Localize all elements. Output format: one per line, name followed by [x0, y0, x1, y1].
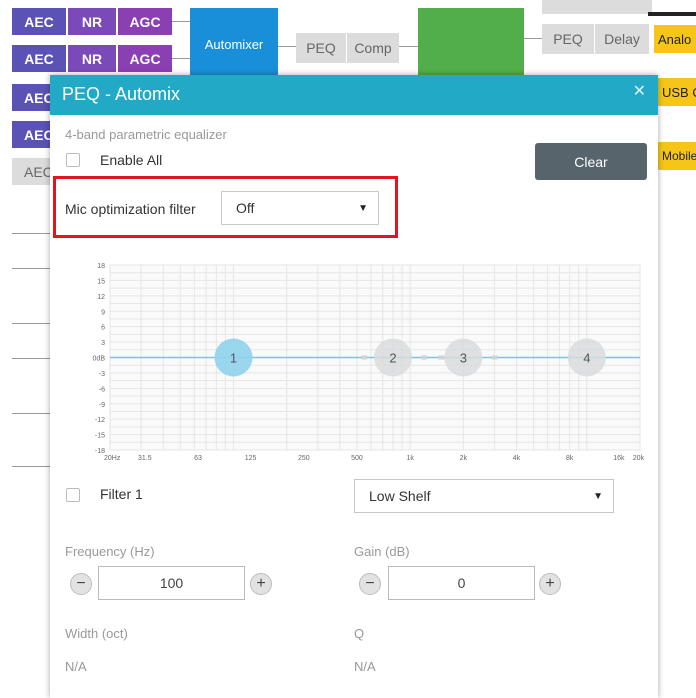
width-value: N/A — [65, 659, 87, 674]
frequency-decrement-button[interactable]: − — [70, 573, 92, 595]
eq-y-tick-label: 6 — [101, 325, 105, 332]
output-usb[interactable]: USB O — [658, 78, 696, 106]
dialog-subtitle: 4-band parametric equalizer — [65, 127, 227, 142]
dialog-title: PEQ - Automix — [62, 84, 181, 104]
wire — [399, 46, 418, 47]
nr-block-2[interactable]: NR — [68, 45, 116, 72]
eq-y-tick-label: 3 — [101, 340, 105, 347]
q-value: N/A — [354, 659, 376, 674]
eq-band-label: 4 — [583, 351, 590, 366]
top-strip-block[interactable] — [542, 0, 652, 14]
q-label: Q — [354, 626, 365, 641]
eq-x-tick-label: 125 — [245, 455, 257, 462]
eq-marker — [438, 355, 445, 360]
comp-block[interactable]: Comp — [347, 33, 399, 63]
enable-all-checkbox[interactable] — [66, 153, 80, 167]
eq-y-tick-label: -3 — [99, 371, 105, 378]
eq-x-tick-label: 31.5 — [138, 455, 152, 462]
chevron-down-icon: ▼ — [358, 202, 368, 214]
agc-block-1[interactable]: AGC — [118, 8, 172, 35]
clear-button[interactable]: Clear — [535, 143, 647, 180]
frequency-increment-button[interactable]: + — [250, 573, 272, 595]
filter-label: Filter 1 — [100, 486, 143, 502]
eq-band-label: 2 — [389, 351, 396, 366]
aec-block-1[interactable]: AEC — [12, 8, 66, 35]
mic-filter-label: Mic optimization filter — [65, 201, 196, 217]
eq-x-tick-label: 20k — [633, 455, 644, 462]
eq-y-tick-label: 18 — [97, 263, 105, 270]
eq-x-tick-label: 20Hz — [104, 455, 121, 462]
gain-label: Gain (dB) — [354, 544, 410, 559]
green-block[interactable] — [418, 8, 524, 78]
mic-filter-value: Off — [236, 200, 255, 216]
eq-y-tick-label: -9 — [99, 402, 105, 409]
peq-block-mid[interactable]: PEQ — [296, 33, 346, 63]
eq-marker — [361, 355, 368, 360]
peq-dialog: PEQ - Automix ✕ 4-band parametric equali… — [50, 75, 658, 698]
filter-type-select[interactable]: Low Shelf ▼ — [354, 479, 614, 513]
eq-y-tick-label: 9 — [101, 309, 105, 316]
enable-all-label: Enable All — [100, 152, 163, 168]
filter-enable-checkbox[interactable] — [66, 488, 80, 502]
eq-y-tick-label: 12 — [97, 294, 105, 301]
delay-block[interactable]: Delay — [595, 24, 649, 54]
width-label: Width (oct) — [65, 626, 128, 641]
eq-y-tick-label: -15 — [95, 433, 105, 440]
wire — [172, 58, 190, 59]
frequency-input[interactable]: 100 — [98, 566, 245, 600]
output-strip — [648, 0, 696, 16]
chevron-down-icon: ▼ — [593, 490, 603, 502]
peq-block-right[interactable]: PEQ — [542, 24, 594, 54]
eq-y-tick-label: 0dB — [93, 356, 106, 363]
eq-graph[interactable]: 1815129630dB-3-6-9-12-15-18 20Hz 31.5 63 12… — [80, 257, 644, 465]
eq-marker — [491, 355, 498, 360]
agc-block-2[interactable]: AGC — [118, 45, 172, 72]
gain-increment-button[interactable]: + — [539, 573, 561, 595]
eq-x-tick-label: 4k — [513, 455, 521, 462]
output-mobile[interactable]: Mobile — [658, 142, 696, 170]
close-icon[interactable]: ✕ — [633, 81, 646, 101]
wire — [12, 358, 52, 359]
filter-type-value: Low Shelf — [369, 488, 431, 504]
eq-y-tick-label: 15 — [97, 278, 105, 285]
eq-y-tick-label: -18 — [95, 448, 105, 455]
wire — [12, 233, 52, 234]
automixer-block[interactable]: Automixer — [190, 8, 278, 80]
eq-x-tick-label: 63 — [194, 455, 202, 462]
eq-band-label: 3 — [460, 351, 467, 366]
mic-filter-select[interactable]: Off ▼ — [221, 191, 379, 225]
wire — [12, 466, 52, 467]
gain-decrement-button[interactable]: − — [359, 573, 381, 595]
wire — [12, 413, 52, 414]
eq-band-label: 1 — [230, 351, 237, 366]
wire — [12, 323, 52, 324]
wire — [172, 21, 190, 22]
eq-y-tick-label: -6 — [99, 386, 105, 393]
output-analog[interactable]: Analo — [654, 25, 696, 53]
nr-block-1[interactable]: NR — [68, 8, 116, 35]
eq-x-tick-label: 16k — [613, 455, 625, 462]
eq-x-tick-label: 8k — [566, 455, 574, 462]
eq-x-tick-label: 2k — [460, 455, 468, 462]
eq-x-tick-label: 1k — [406, 455, 414, 462]
dialog-header: PEQ - Automix ✕ — [50, 75, 658, 115]
wire — [12, 268, 52, 269]
wire — [524, 38, 542, 39]
eq-y-tick-label: -12 — [95, 417, 105, 424]
frequency-label: Frequency (Hz) — [65, 544, 155, 559]
aec-block-2[interactable]: AEC — [12, 45, 66, 72]
eq-x-tick-label: 500 — [351, 455, 363, 462]
wire — [278, 46, 296, 47]
eq-x-tick-label: 250 — [298, 455, 310, 462]
eq-marker — [421, 355, 428, 360]
gain-input[interactable]: 0 — [388, 566, 535, 600]
